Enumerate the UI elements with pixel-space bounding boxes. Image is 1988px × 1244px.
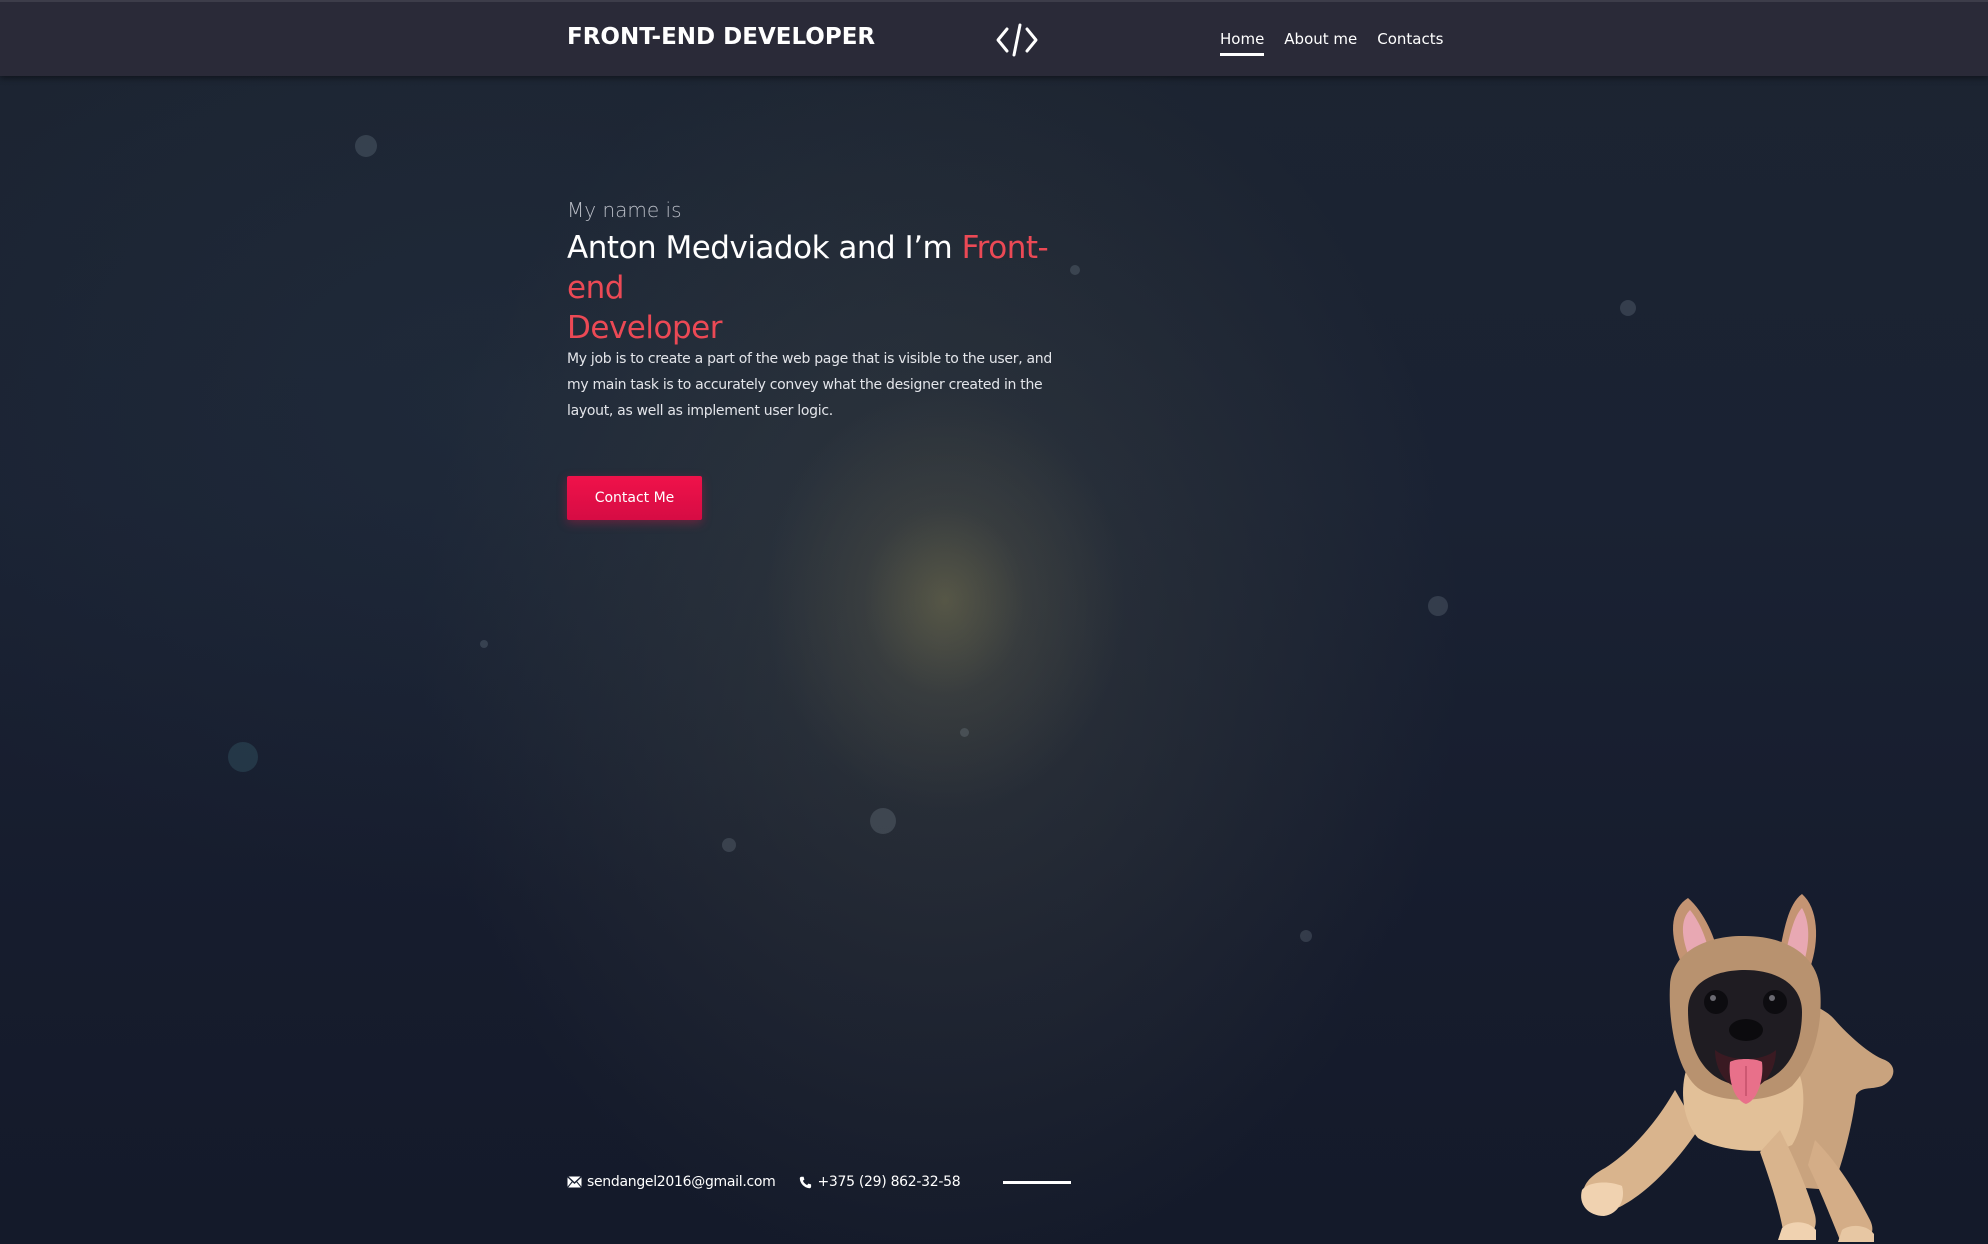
contact-bar: sendangel2016@gmail.com +375 (29) 862-32… [567,1174,1072,1190]
phone-icon [799,1176,812,1189]
bg-speck [1428,596,1448,616]
bg-speck [722,838,736,852]
email-contact[interactable]: sendangel2016@gmail.com [567,1174,776,1190]
email-text: sendangel2016@gmail.com [587,1174,776,1190]
french-bulldog-image [1581,894,1894,1242]
bg-speck [1620,300,1636,316]
phone-contact[interactable]: +375 (29) 862-32-58 [799,1174,961,1190]
bg-speck [480,640,488,648]
bg-speck [355,135,377,157]
site-brand[interactable]: FRONT-END DEVELOPER [567,24,875,50]
headline-accent-role-2: Developer [567,310,722,346]
phone-text: +375 (29) 862-32-58 [817,1174,961,1190]
contact-divider-line [1003,1180,1072,1184]
page: FRONT-END DEVELOPER Home About me Contac… [0,0,1988,1244]
main-nav: Home About me Contacts [1220,30,1443,56]
bg-speck [1300,930,1312,942]
hero-description: My job is to create a part of the web pa… [567,351,1052,419]
code-brackets-icon[interactable] [996,20,1038,60]
nav-home[interactable]: Home [1220,30,1265,56]
nav-about-me[interactable]: About me [1284,30,1357,54]
nav-contacts[interactable]: Contacts [1377,30,1443,54]
bg-speck [960,728,969,737]
intro-text: My name is [567,198,682,222]
contact-me-button[interactable]: Contact Me [567,476,702,520]
hero-headline: Anton Medviadok and I’m Front-end Develo… [567,228,1087,348]
envelope-icon [567,1176,582,1188]
bg-speck [228,742,258,772]
headline-name: Anton Medviadok and I’m [567,230,962,266]
top-navbar: FRONT-END DEVELOPER Home About me Contac… [0,0,1988,76]
bg-speck [870,808,896,834]
